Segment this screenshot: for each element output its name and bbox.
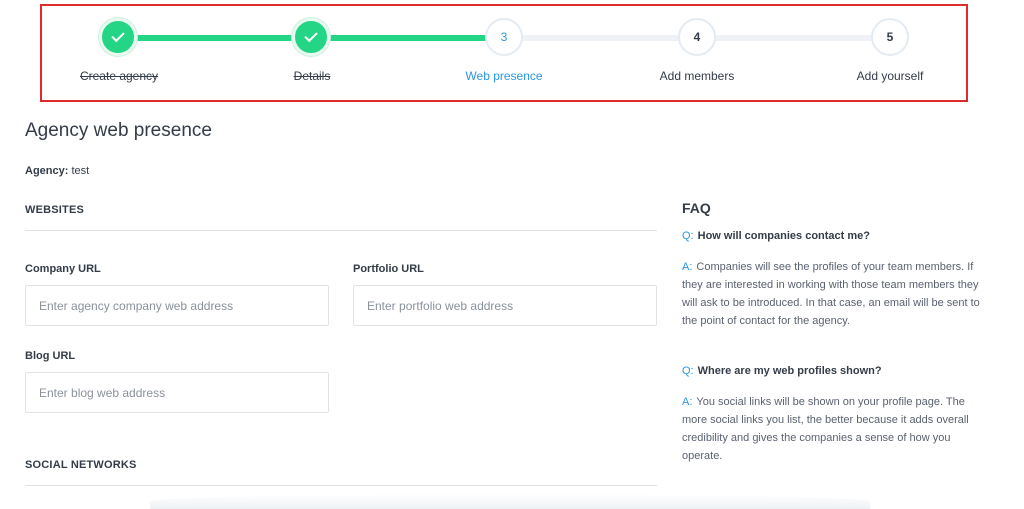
faq-a-mark: A:: [682, 396, 693, 408]
step-4-label[interactable]: Add members: [627, 69, 767, 83]
faq-q-mark: Q:: [682, 230, 694, 242]
step-3-label[interactable]: Web presence: [434, 69, 574, 83]
faq-answer-1-text: Companies will see the profiles of your …: [682, 261, 980, 327]
faq-question-2: Q: Where are my web profiles shown?: [682, 365, 882, 377]
faq-a-mark: A:: [682, 261, 693, 273]
faq-question-1: Q: How will companies contact me?: [682, 230, 870, 242]
company-url-input[interactable]: [25, 285, 329, 326]
faq-q-mark: Q:: [682, 365, 694, 377]
page-title: Agency web presence: [25, 120, 212, 141]
faq-answer-1: A: Companies will see the profiles of you…: [682, 258, 992, 330]
step-2-circle[interactable]: [292, 18, 330, 56]
agency-label: Agency:: [25, 165, 69, 177]
step-3-number: 3: [500, 30, 508, 44]
step-2-label[interactable]: Details: [242, 69, 382, 83]
step-4-circle[interactable]: 4: [678, 18, 716, 56]
step-4-number: 4: [693, 30, 701, 44]
checkmark-icon: [304, 28, 318, 43]
websites-divider: [25, 230, 657, 231]
step-5-label[interactable]: Add yourself: [820, 69, 960, 83]
social-networks-divider: [25, 485, 657, 486]
step-1-label[interactable]: Create agency: [49, 69, 189, 83]
blog-url-label: Blog URL: [25, 350, 76, 362]
faq-answer-2: A: You social links will be shown on your…: [682, 393, 992, 465]
footer-shadow: [150, 494, 870, 509]
blog-url-input[interactable]: [25, 372, 329, 413]
agency-info: Agency: test: [25, 165, 89, 177]
checkmark-icon: [111, 28, 125, 43]
faq-title: FAQ: [682, 200, 711, 216]
portfolio-url-label: Portfolio URL: [353, 263, 424, 275]
company-url-label: Company URL: [25, 263, 101, 275]
step-3-circle[interactable]: 3: [485, 18, 523, 56]
social-networks-heading: SOCIAL NETWORKS: [25, 459, 137, 471]
faq-question-2-text: Where are my web profiles shown?: [697, 365, 882, 377]
step-5-circle[interactable]: 5: [871, 18, 909, 56]
agency-value: test: [71, 165, 90, 177]
faq-answer-2-text: You social links will be shown on your p…: [682, 396, 969, 462]
websites-heading: WEBSITES: [25, 204, 85, 216]
progress-stepper: 3 4 5 Create agency Details Web presence…: [40, 4, 968, 102]
faq-question-1-text: How will companies contact me?: [697, 230, 870, 242]
step-1-circle[interactable]: [99, 18, 137, 56]
step-5-number: 5: [886, 30, 894, 44]
portfolio-url-input[interactable]: [353, 285, 657, 326]
